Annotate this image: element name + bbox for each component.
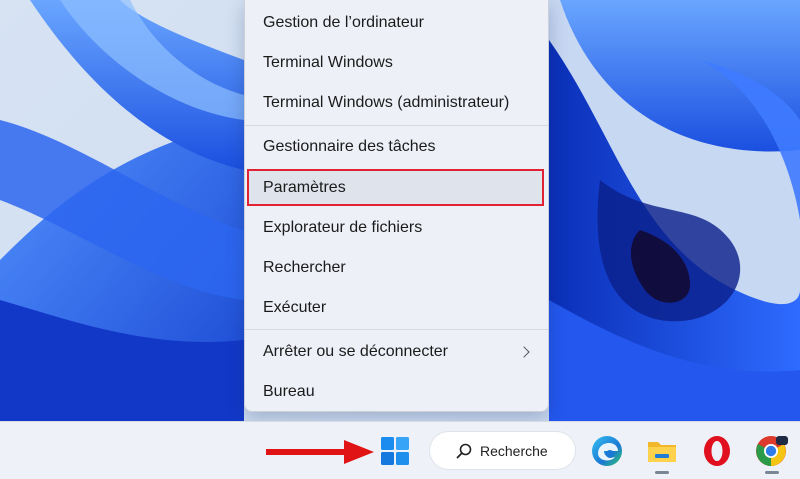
menu-item-gestion-ordinateur[interactable]: Gestion de l’ordinateur xyxy=(249,6,544,40)
menu-item-label: Explorateur de fichiers xyxy=(263,219,423,236)
edge-icon[interactable] xyxy=(590,434,624,468)
running-indicator xyxy=(655,471,669,474)
menu-item-gestionnaire-taches[interactable]: Gestionnaire des tâches xyxy=(249,130,544,164)
menu-item-label: Arrêter ou se déconnecter xyxy=(263,343,448,360)
menu-item-label: Gestion de l’ordinateur xyxy=(263,14,424,31)
menu-item-rechercher[interactable]: Rechercher xyxy=(249,251,544,285)
menu-item-label: Gestionnaire des tâches xyxy=(263,138,436,155)
taskbar: Recherche xyxy=(0,421,800,479)
search-label: Recherche xyxy=(480,442,548,459)
chrome-icon[interactable] xyxy=(754,434,788,468)
menu-item-label: Terminal Windows xyxy=(263,54,393,71)
red-arrow-annotation xyxy=(266,440,374,464)
context-menu: Gestion de l’ordinateur Terminal Windows… xyxy=(244,0,549,412)
menu-item-executer[interactable]: Exécuter xyxy=(249,291,544,325)
menu-item-label: Rechercher xyxy=(263,259,346,276)
chevron-right-icon xyxy=(518,346,530,358)
menu-item-bureau[interactable]: Bureau xyxy=(249,375,544,409)
search-icon xyxy=(456,443,472,458)
menu-item-parametres[interactable]: Paramètres xyxy=(247,169,544,206)
running-indicator xyxy=(765,471,779,474)
menu-item-label: Exécuter xyxy=(263,299,327,316)
opera-icon[interactable] xyxy=(700,434,734,468)
taskbar-search-button[interactable]: Recherche xyxy=(430,432,575,469)
menu-separator xyxy=(245,125,548,126)
menu-item-label: Bureau xyxy=(263,383,315,400)
file-explorer-icon[interactable] xyxy=(645,434,679,468)
windows-start-icon[interactable] xyxy=(380,436,410,466)
menu-item-terminal-admin[interactable]: Terminal Windows (administrateur) xyxy=(249,86,544,120)
menu-item-arreter-deconnecter[interactable]: Arrêter ou se déconnecter xyxy=(249,335,544,369)
menu-item-label: Paramètres xyxy=(263,178,346,196)
menu-item-terminal-windows[interactable]: Terminal Windows xyxy=(249,46,544,80)
menu-item-explorateur-fichiers[interactable]: Explorateur de fichiers xyxy=(249,211,544,245)
menu-separator xyxy=(245,329,548,330)
menu-item-label: Terminal Windows (administrateur) xyxy=(263,94,510,111)
